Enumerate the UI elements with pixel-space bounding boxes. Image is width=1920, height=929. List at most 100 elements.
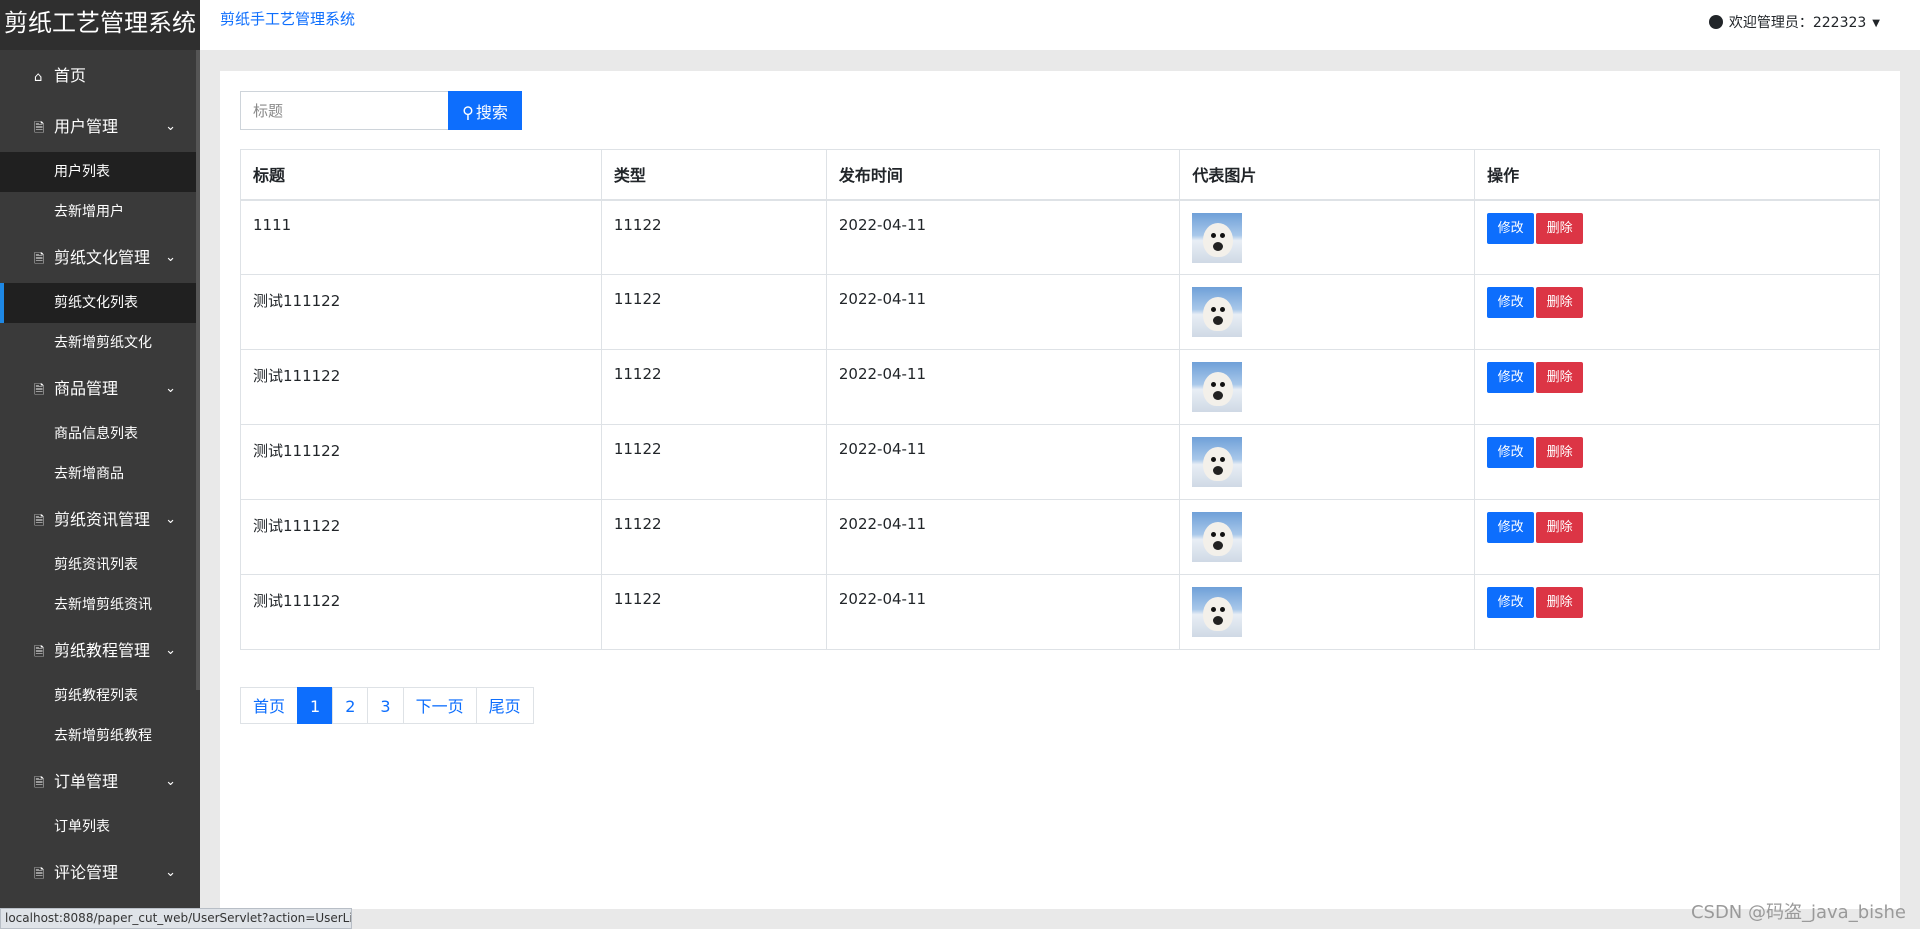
search-button[interactable]: ⚲ 搜索 (448, 91, 522, 130)
page-first[interactable]: 首页 (240, 687, 299, 724)
edit-button[interactable]: 修改 (1487, 287, 1535, 318)
table-row: 测试111122 11122 2022-04-11 修改 删除 (240, 274, 1880, 350)
cell-type: 11122 (600, 499, 827, 575)
chevron-down-icon: ⌄ (165, 643, 176, 658)
cell-date: 2022-04-11 (825, 349, 1181, 425)
page-1[interactable]: 1 (297, 687, 334, 724)
delete-button[interactable]: 删除 (1536, 437, 1584, 468)
watermark: CSDN @码盗_java_bishe (1690, 902, 1906, 923)
sidebar-group-label: 评论管理 (54, 863, 119, 882)
sidebar: 剪纸工艺管理系统 ⌂ 首页 🗎 用户管理 ⌄ 用户列表 去新增用户 🗎 剪纸文化管理 ⌄ 剪纸文化… (0, 0, 200, 929)
search-input[interactable] (240, 91, 448, 130)
sidebar-subitem[interactable]: 剪纸文化列表 (0, 283, 200, 323)
cell-date: 2022-04-11 (825, 424, 1181, 500)
seal-thumbnail (1192, 212, 1243, 263)
page-2[interactable]: 2 (332, 687, 369, 724)
page-next[interactable]: 下一页 (402, 687, 477, 724)
chevron-down-icon: ⌄ (165, 865, 176, 880)
user-menu[interactable]: 欢迎管理员：222323 ▼ (1708, 12, 1880, 32)
sidebar-subitem[interactable]: 商品信息列表 (0, 414, 200, 454)
cell-date: 2022-04-11 (825, 274, 1181, 350)
cell-title: 测试111122 (240, 424, 602, 500)
cell-actions: 修改 删除 (1474, 424, 1880, 500)
sidebar-subitem[interactable]: 去新增剪纸资讯 (0, 585, 200, 625)
page-last[interactable]: 尾页 (475, 687, 534, 724)
seal-thumbnail (1192, 512, 1243, 562)
data-table: 标题 类型 发布时间 代表图片 操作 1111 11122 2022-04-11 修改… (240, 149, 1880, 650)
sidebar-group-label: 剪纸资讯管理 (54, 510, 151, 529)
delete-button[interactable]: 删除 (1536, 212, 1584, 244)
file-icon: 🗎 (34, 645, 45, 660)
cell-title: 测试111122 (240, 574, 602, 650)
table-row: 测试111122 11122 2022-04-11 修改 删除 (240, 424, 1880, 500)
seal-thumbnail (1192, 362, 1243, 412)
user-greeting: 欢迎管理员：222323 (1728, 15, 1867, 31)
header-image: 代表图片 (1179, 149, 1476, 201)
header-actions: 操作 (1474, 149, 1880, 201)
sidebar-scrollbar[interactable] (196, 50, 200, 690)
cell-type: 11122 (600, 574, 827, 650)
seal-thumbnail (1192, 437, 1243, 487)
sidebar-group-1[interactable]: 🗎 剪纸文化管理 ⌄ (0, 232, 200, 283)
sidebar-subitem[interactable]: 去新增用户 (0, 192, 200, 232)
sidebar-group-0[interactable]: 🗎 用户管理 ⌄ (0, 101, 200, 152)
table-row: 测试111122 11122 2022-04-11 修改 删除 (240, 499, 1880, 575)
smile-icon (1708, 15, 1723, 29)
system-link[interactable]: 剪纸手工艺管理系统 (220, 8, 355, 29)
page-3[interactable]: 3 (367, 687, 404, 724)
sidebar-subitem[interactable]: 去新增剪纸文化 (0, 323, 200, 363)
cell-title: 测试111122 (240, 499, 602, 575)
sidebar-group-label: 订单管理 (54, 772, 119, 791)
chevron-down-icon: ⌄ (165, 774, 176, 789)
sidebar-item-home[interactable]: ⌂ 首页 (0, 50, 200, 101)
sidebar-subitem[interactable]: 剪纸教程列表 (0, 676, 200, 716)
sidebar-subitem[interactable]: 用户列表 (0, 152, 200, 192)
sidebar-subitem[interactable]: 去新增剪纸教程 (0, 716, 200, 756)
delete-button[interactable]: 删除 (1536, 287, 1584, 318)
search-icon: ⚲ (462, 102, 474, 122)
file-icon: 🗎 (34, 121, 45, 136)
seal-thumbnail (1192, 287, 1243, 337)
bottom-strip (200, 909, 1920, 929)
header-type: 类型 (600, 149, 827, 201)
sidebar-subitem[interactable]: 订单列表 (0, 807, 200, 847)
caret-down-icon: ▼ (1872, 18, 1880, 29)
edit-button[interactable]: 修改 (1487, 212, 1535, 244)
cell-title: 测试111122 (240, 274, 602, 350)
cell-image (1179, 199, 1476, 275)
file-icon: 🗎 (34, 776, 45, 791)
chevron-down-icon: ⌄ (165, 512, 176, 527)
cell-date: 2022-04-11 (825, 499, 1181, 575)
cell-actions: 修改 删除 (1474, 274, 1880, 350)
sidebar-subitem[interactable]: 去新增商品 (0, 454, 200, 494)
delete-button[interactable]: 删除 (1536, 512, 1584, 543)
sidebar-group-6[interactable]: 🗎 评论管理 ⌄ (0, 847, 200, 898)
seal-thumbnail (1192, 587, 1243, 637)
delete-button[interactable]: 删除 (1536, 587, 1584, 618)
sidebar-group-3[interactable]: 🗎 剪纸资讯管理 ⌄ (0, 494, 200, 545)
header-title: 标题 (240, 149, 602, 201)
chevron-down-icon: ⌄ (165, 250, 176, 265)
edit-button[interactable]: 修改 (1487, 362, 1535, 393)
sidebar-group-label: 用户管理 (54, 117, 119, 136)
search-button-label: 搜索 (475, 102, 508, 122)
cell-type: 11122 (600, 424, 827, 500)
sidebar-group-5[interactable]: 🗎 订单管理 ⌄ (0, 756, 200, 807)
sidebar-group-label: 剪纸文化管理 (54, 248, 151, 267)
sidebar-group-2[interactable]: 🗎 商品管理 ⌄ (0, 363, 200, 414)
table-row: 测试111122 11122 2022-04-11 修改 删除 (240, 574, 1880, 650)
edit-button[interactable]: 修改 (1487, 437, 1535, 468)
sidebar-group-label: 剪纸教程管理 (54, 641, 151, 660)
sidebar-group-4[interactable]: 🗎 剪纸教程管理 ⌄ (0, 625, 200, 676)
cell-image (1179, 349, 1476, 425)
status-url: localhost:8088/paper_cut_web/UserServlet… (0, 908, 352, 929)
edit-button[interactable]: 修改 (1487, 587, 1535, 618)
delete-button[interactable]: 删除 (1536, 362, 1584, 393)
cell-actions: 修改 删除 (1474, 574, 1880, 650)
cell-type: 11122 (600, 349, 827, 425)
sidebar-subitem[interactable]: 剪纸资讯列表 (0, 545, 200, 585)
cell-actions: 修改 删除 (1474, 199, 1880, 275)
edit-button[interactable]: 修改 (1487, 512, 1535, 543)
cell-date: 2022-04-11 (825, 574, 1181, 650)
cell-type: 11122 (600, 274, 827, 350)
